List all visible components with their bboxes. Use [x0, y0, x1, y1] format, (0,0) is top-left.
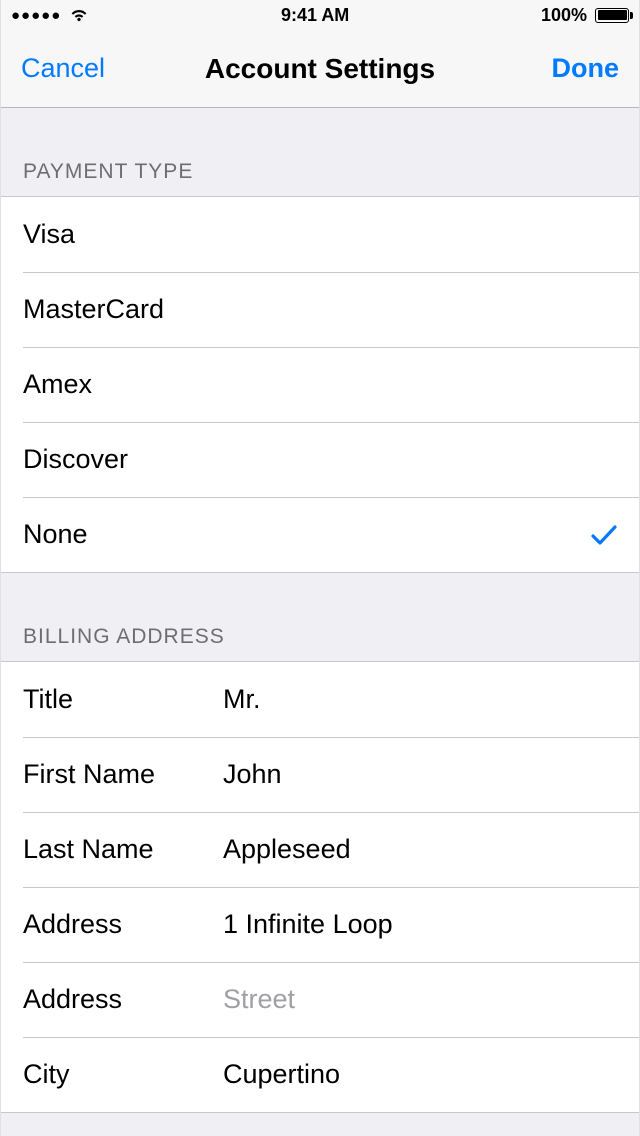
- payment-option-label: Discover: [23, 444, 617, 475]
- billing-first-name-row[interactable]: First Name John: [1, 737, 639, 812]
- field-value: 1 Infinite Loop: [223, 909, 617, 940]
- field-label: Address: [23, 909, 223, 940]
- section-header-payment: PAYMENT TYPE: [1, 108, 639, 196]
- field-label: Last Name: [23, 834, 223, 865]
- field-label: Title: [23, 684, 223, 715]
- payment-option-mastercard[interactable]: MasterCard: [1, 272, 639, 347]
- field-label: City: [23, 1059, 223, 1090]
- field-value: Appleseed: [223, 834, 617, 865]
- wifi-icon: [69, 8, 89, 22]
- status-time: 9:41 AM: [281, 5, 349, 26]
- done-button[interactable]: Done: [519, 53, 619, 84]
- status-bar: ●●●●● 9:41 AM 100%: [1, 0, 639, 30]
- field-value: John: [223, 759, 617, 790]
- field-value: Cupertino: [223, 1059, 617, 1090]
- payment-option-label: Amex: [23, 369, 617, 400]
- section-header-billing: BILLING ADDRESS: [1, 573, 639, 661]
- field-placeholder: Street: [223, 984, 617, 1015]
- payment-option-label: MasterCard: [23, 294, 617, 325]
- payment-option-amex[interactable]: Amex: [1, 347, 639, 422]
- field-label: First Name: [23, 759, 223, 790]
- billing-address-list: Title Mr. First Name John Last Name Appl…: [1, 661, 639, 1113]
- billing-address2-row[interactable]: Address Street: [1, 962, 639, 1037]
- field-label: Address: [23, 984, 223, 1015]
- payment-type-list: Visa MasterCard Amex Discover None: [1, 196, 639, 573]
- field-value: Mr.: [223, 684, 617, 715]
- checkmark-icon: [591, 524, 617, 546]
- battery-percent: 100%: [541, 5, 587, 26]
- billing-last-name-row[interactable]: Last Name Appleseed: [1, 812, 639, 887]
- billing-city-row[interactable]: City Cupertino: [1, 1037, 639, 1112]
- nav-bar: Cancel Account Settings Done: [1, 30, 639, 108]
- payment-option-label: Visa: [23, 219, 617, 250]
- battery-icon: [591, 8, 629, 23]
- signal-strength-icon: ●●●●●: [11, 7, 61, 24]
- payment-option-none[interactable]: None: [1, 497, 639, 572]
- page-title: Account Settings: [205, 53, 435, 85]
- billing-title-row[interactable]: Title Mr.: [1, 662, 639, 737]
- payment-option-label: None: [23, 519, 591, 550]
- payment-option-discover[interactable]: Discover: [1, 422, 639, 497]
- payment-option-visa[interactable]: Visa: [1, 197, 639, 272]
- cancel-button[interactable]: Cancel: [21, 53, 121, 84]
- billing-address1-row[interactable]: Address 1 Infinite Loop: [1, 887, 639, 962]
